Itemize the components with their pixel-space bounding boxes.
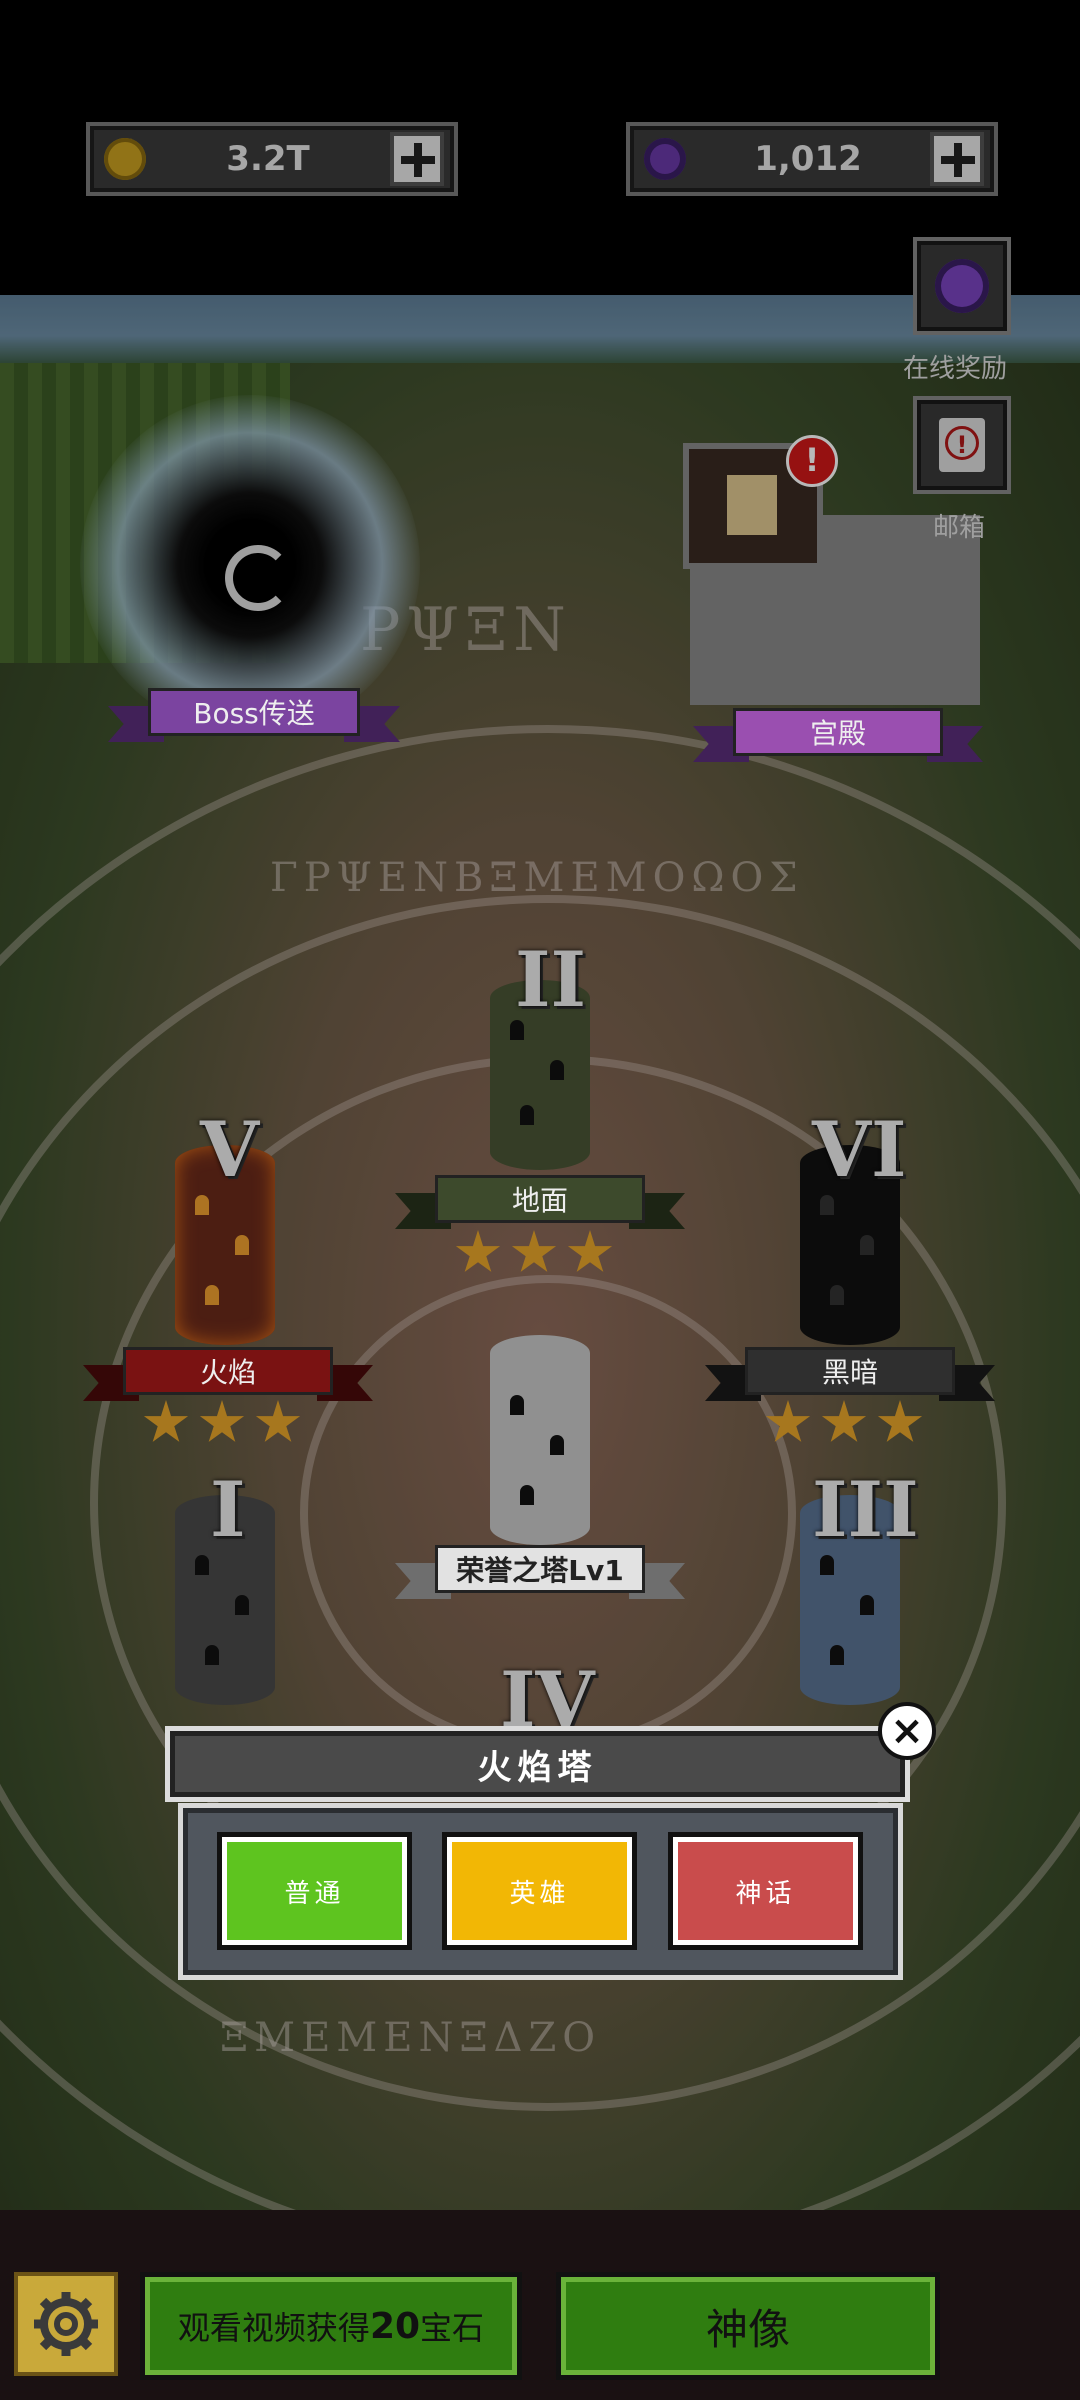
close-icon[interactable]: × [878,1702,936,1760]
normal-difficulty-button[interactable]: 普通 [217,1832,412,1950]
settings-button[interactable] [14,2272,118,2376]
dark-tower-banner[interactable]: 黑暗 [705,1347,995,1401]
watch-video-suffix: 宝石 [420,2309,485,2347]
watch-video-prefix: 观看视频获得 [177,2309,370,2347]
watch-video-amount: 20 [369,2305,421,2347]
statue-button[interactable]: 神像 [556,2272,940,2380]
palace-label: 宫殿 [733,708,943,756]
watch-video-button[interactable]: 观看视频获得 20 宝石 [140,2272,522,2380]
statue-label: 神像 [705,2304,790,2354]
boss-portal-banner[interactable]: Boss传送 [108,688,400,742]
fire-tower-banner[interactable]: 火焰 [83,1347,373,1401]
earth-tower-label: 地面 [435,1175,645,1223]
palace-banner[interactable]: 宫殿 [693,708,983,762]
hero-difficulty-button[interactable]: 英雄 [442,1832,637,1950]
modal-title: 火焰塔 [165,1726,910,1802]
dark-tower-label: 黑暗 [745,1347,955,1395]
myth-difficulty-button[interactable]: 神话 [668,1832,863,1950]
honor-tower-label: 荣誉之塔Lv1 [435,1545,645,1593]
earth-tower-banner[interactable]: 地面 [395,1175,685,1229]
gear-icon [34,2292,98,2356]
boss-portal-label: Boss传送 [148,688,360,736]
fire-tower-label: 火焰 [123,1347,333,1395]
honor-tower-banner[interactable]: 荣誉之塔Lv1 [395,1545,685,1599]
